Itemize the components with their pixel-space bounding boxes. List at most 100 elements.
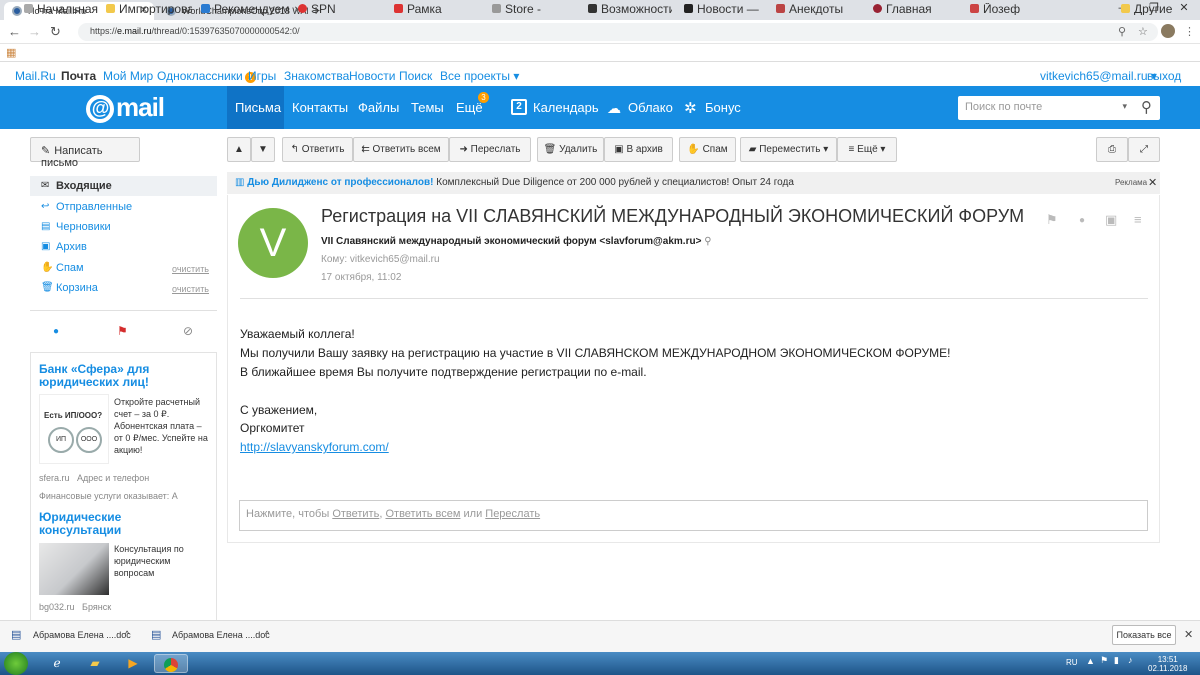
bookmark-item[interactable]: Возможности Teleg (588, 3, 672, 15)
bookmark-item[interactable]: Новости — Meduza (684, 3, 768, 15)
profile-avatar[interactable] (1161, 24, 1175, 38)
volume-icon[interactable]: ♪ (1128, 655, 1133, 665)
portal-link-mailru[interactable]: Mail.Ru (15, 69, 56, 83)
ad2-text[interactable]: Консультация по юридическим вопросам (114, 543, 204, 579)
portal-link-dating[interactable]: Знакомства (284, 69, 349, 83)
previous-letter-button[interactable]: ▲ (227, 137, 251, 162)
chevron-up-icon[interactable]: ^ (265, 629, 269, 639)
compose-button[interactable]: ✎ Написать письмо (30, 137, 140, 169)
bookmark-item[interactable]: Главная SMM Марк (873, 3, 959, 15)
flag-filter-icon[interactable]: ⚑ (117, 324, 128, 338)
download-item[interactable]: Абрамова Елена ....doc (172, 630, 270, 640)
portal-link-news[interactable]: Новости (349, 69, 395, 83)
portal-link-games[interactable]: Игры (248, 69, 276, 83)
ad1-domain[interactable]: sfera.ru Адрес и телефон (39, 473, 149, 483)
ad1-title[interactable]: Банк «Сфера» для юридических лиц! (39, 363, 209, 389)
quick-reply-box[interactable]: Нажмите, чтобы Ответить, Ответить всем и… (239, 500, 1148, 531)
zoom-icon[interactable]: ⚲ (1118, 25, 1126, 38)
archive-button[interactable]: ▣ В архив (604, 137, 673, 162)
folder-inbox[interactable]: ✉ Входящие (30, 176, 217, 196)
ad2-domain[interactable]: bg032.ru Брянск (39, 602, 111, 612)
reload-icon[interactable]: ↻ (50, 24, 61, 40)
language-indicator[interactable]: RU (1066, 658, 1078, 667)
nav-letters[interactable]: Письма (235, 100, 281, 115)
bookmark-item[interactable]: Рекомендуемые узл (201, 3, 289, 15)
forward-icon[interactable]: → (28, 24, 41, 39)
letter-link[interactable]: http://slavyanskyforum.com/ (240, 440, 389, 454)
forward-button[interactable]: ➜ Переслать (449, 137, 531, 162)
chevron-down-icon[interactable]: ▾ (1122, 101, 1127, 112)
reply-button[interactable]: ↰ Ответить (282, 137, 353, 162)
user-email-menu[interactable]: vitkevich65@mail.ru ▾ (1040, 69, 1157, 83)
read-status-icon[interactable]: ● (1079, 215, 1085, 226)
bookmark-item[interactable]: SPN Communication (298, 3, 386, 15)
quick-reply-link[interactable]: Ответить (332, 508, 379, 520)
nav-more[interactable]: Ещё (456, 100, 483, 115)
show-all-downloads-button[interactable]: Показать все (1112, 625, 1176, 645)
nav-themes[interactable]: Темы (411, 100, 444, 115)
spam-button[interactable]: ✋ Спам (679, 137, 736, 162)
bookmark-item[interactable]: Йозеф Охлерберг с (970, 3, 1054, 15)
close-downloads-icon[interactable]: ✕ (1184, 628, 1193, 641)
folder-trash[interactable]: 🗑 Корзина очистить (30, 278, 217, 298)
folder-drafts[interactable]: ▤ Черновики (30, 217, 217, 237)
portal-link-all-projects[interactable]: Все проекты ▾ (440, 69, 519, 83)
download-item[interactable]: Абрамова Елена ....doc (33, 630, 131, 640)
delete-button[interactable]: 🗑 Удалить (537, 137, 604, 162)
tray-arrow-icon[interactable]: ▲ (1086, 656, 1095, 666)
mail-logo[interactable]: @ mail (86, 92, 165, 124)
folder-sent[interactable]: ↩ Отправленные (30, 197, 217, 217)
taskbar-clock[interactable]: 13:51 02.11.2018 (1148, 655, 1187, 673)
logout-link[interactable]: выход (1147, 69, 1181, 83)
calendar-icon[interactable]: ▣ (1105, 212, 1117, 228)
nav-files[interactable]: Файлы (358, 100, 399, 115)
folder-spam[interactable]: ✋ Спам очистить (30, 258, 217, 278)
ad1-text[interactable]: Откройте расчетный счет – за 0 ₽. Абонен… (114, 396, 210, 456)
chevron-up-icon[interactable]: ^ (125, 629, 129, 639)
bookmark-item[interactable]: Начальная страница (24, 3, 116, 15)
quick-reply-all-link[interactable]: Ответить всем (385, 508, 460, 520)
network-icon[interactable]: ▮ (1114, 655, 1119, 666)
url-bar[interactable]: https://e.mail.ru/thread/0:1539763507000… (78, 23, 1158, 41)
clear-trash-link[interactable]: очистить (172, 284, 209, 294)
more-button[interactable]: ≡ Ещё ▾ (837, 137, 897, 162)
ad1-image[interactable]: Есть ИП/ООО? ИП ООО (39, 394, 109, 464)
bookmark-item[interactable]: Store - Strongman C (492, 3, 576, 15)
menu-icon[interactable]: ≡ (1134, 212, 1142, 227)
chrome-menu-icon[interactable]: ⋮ (1184, 25, 1195, 38)
search-icon[interactable]: ⚲ (1141, 98, 1152, 116)
bookmark-item[interactable]: Другие закладки (1121, 3, 1199, 15)
print-button[interactable]: ⎙ (1096, 137, 1128, 162)
explorer-folder-icon[interactable]: ▰ (80, 654, 110, 673)
start-button[interactable] (4, 652, 28, 675)
nav-calendar[interactable]: Календарь (533, 100, 599, 115)
chrome-taskbar-icon[interactable] (154, 654, 188, 673)
bookmark-item[interactable]: Анекдоты недели - (776, 3, 862, 15)
ad2-image[interactable] (39, 543, 109, 595)
clear-spam-link[interactable]: очистить (172, 264, 209, 274)
attachment-filter-icon[interactable]: ⊘ (183, 324, 193, 338)
next-letter-button[interactable]: ▼ (251, 137, 275, 162)
apps-icon[interactable]: ▦ (6, 46, 16, 59)
nav-contacts[interactable]: Контакты (292, 100, 348, 115)
media-player-icon[interactable]: ▶ (118, 654, 148, 673)
flag-tray-icon[interactable]: ⚑ (1100, 655, 1108, 666)
ad2-title[interactable]: Юридические консультации (39, 511, 159, 537)
nav-bonus[interactable]: Бонус (705, 100, 741, 115)
portal-link-search[interactable]: Поиск (399, 69, 432, 83)
expand-button[interactable]: ⤢ (1128, 137, 1160, 162)
letter-from[interactable]: VII Славянский международный экономическ… (321, 236, 712, 247)
bookmark-item[interactable]: Рамка наградная 10 (394, 3, 480, 15)
reply-all-button[interactable]: ⇇ Ответить всем (353, 137, 449, 162)
search-input[interactable]: Поиск по почте ▾ ⚲ (958, 96, 1160, 120)
unread-filter-icon[interactable]: ● (53, 326, 59, 337)
portal-link-odnoklassniki[interactable]: Одноклассники 1 (157, 69, 256, 83)
portal-link-pochta[interactable]: Почта (61, 69, 96, 83)
move-button[interactable]: ▰ Переместить ▾ (740, 137, 837, 162)
search-icon[interactable]: ⚲ (704, 236, 711, 247)
bookmark-star-icon[interactable]: ☆ (1138, 25, 1148, 38)
close-ad-icon[interactable]: ✕ (1148, 176, 1157, 189)
folder-archive[interactable]: ▣ Архив (30, 237, 217, 257)
quick-forward-link[interactable]: Переслать (485, 508, 540, 520)
nav-cloud[interactable]: Облако (628, 100, 673, 115)
